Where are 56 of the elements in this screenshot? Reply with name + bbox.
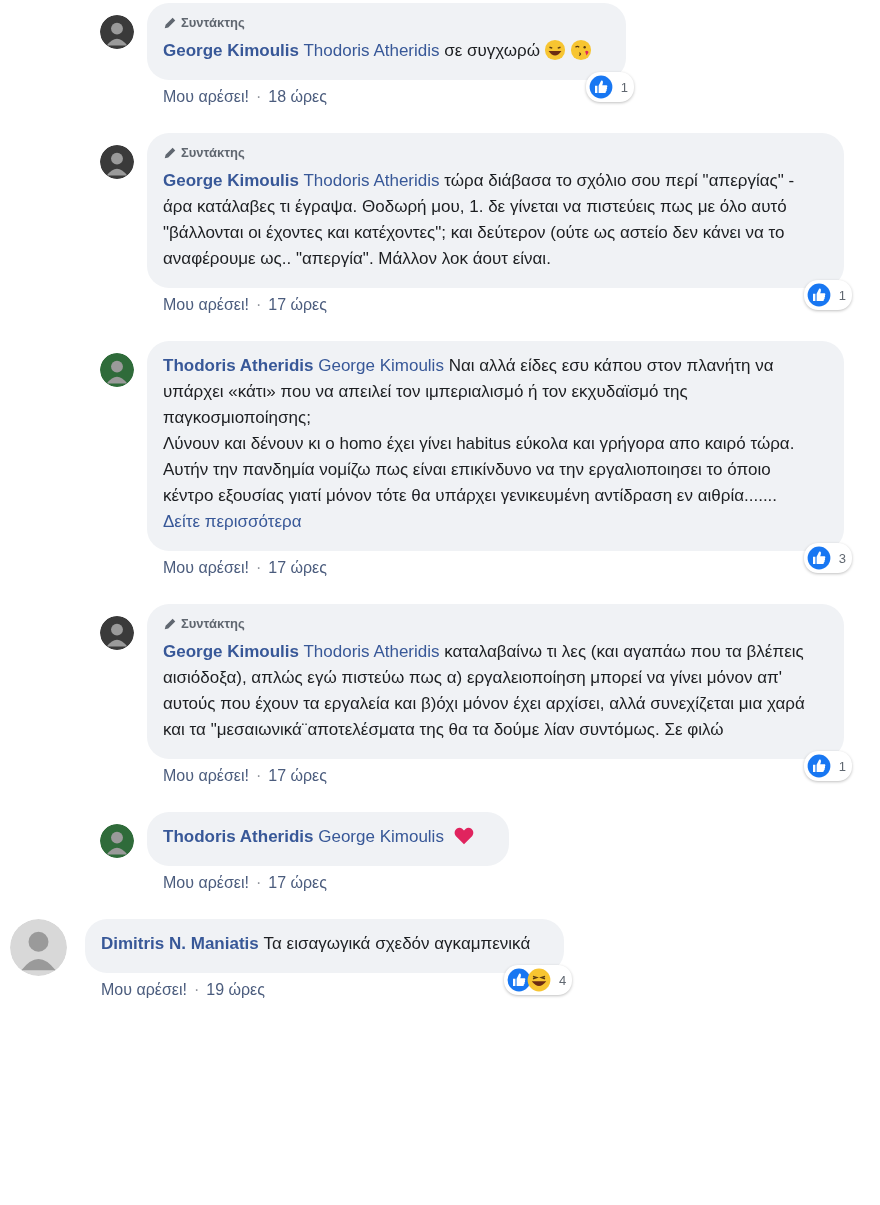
comment-text: Thodoris Atheridis George Kimoulis Ναι αλλά είδες εσυ κάπου στον πλανήτη να υπάρχει «κάτι» που να απειλεί τον ιμπεριαλισμό ή τον εκχυδαϊσμό της παγκοσμιοποίησης; Λύνουν και δένουν κι ο homo έχει γίνει habitus εύκολα και γρήγορα απο καιρό τώρα. Αυτήν την πανδημία νομίζω πως είναι επικίνδυνο να την εργαλιοποιησει το όποιο κέντρο εξουσίας γιατί μόνον τότε θα υπάρχει γενικευμένη αντίδραση εν αιθρία.......: [163, 355, 796, 507]
author-link[interactable]: Thodoris Atheridis: [163, 356, 314, 375]
reaction-count: 3: [838, 550, 846, 566]
role-label: Συντάκτης: [181, 15, 245, 30]
reaction-summary[interactable]: 1: [585, 72, 635, 102]
avatar[interactable]: [100, 824, 134, 858]
author-link[interactable]: George Kimoulis: [163, 642, 300, 661]
separator-dot: ·: [255, 874, 262, 892]
separator-dot: ·: [193, 981, 200, 999]
author-link[interactable]: Thodoris Atheridis: [163, 827, 314, 846]
separator-dot: ·: [255, 88, 262, 106]
like-link[interactable]: Μου αρέσει!: [163, 296, 249, 314]
author-link[interactable]: Dimitris N. Maniatis: [101, 934, 259, 953]
pen-icon: [163, 616, 177, 631]
reaction-summary[interactable]: 1: [803, 280, 852, 310]
role-label: Συντάκτης: [181, 616, 245, 631]
mention-link[interactable]: Thodoris Atheridis: [303, 171, 440, 190]
author-link[interactable]: George Kimoulis: [163, 171, 300, 190]
reaction-summary[interactable]: 4: [504, 965, 573, 995]
separator-dot: ·: [255, 767, 262, 785]
mention-link[interactable]: Thodoris Atheridis: [303, 642, 440, 661]
mention-link[interactable]: George Kimoulis: [318, 356, 444, 375]
like-link[interactable]: Μου αρέσει!: [163, 767, 249, 785]
pen-icon: [163, 145, 177, 160]
see-more-link[interactable]: Δείτε περισσότερα: [163, 509, 810, 535]
reaction-summary[interactable]: 3: [803, 543, 852, 573]
avatar[interactable]: [100, 616, 134, 650]
reaction-count: 1: [838, 758, 846, 774]
comment-text: George Kimoulis Thodoris Atheridis σε συγχωρώ: [163, 38, 593, 64]
separator-dot: ·: [255, 559, 262, 577]
author-link[interactable]: George Kimoulis: [163, 41, 300, 60]
pen-icon: [163, 15, 177, 30]
comment-time[interactable]: 19 ώρες: [206, 981, 265, 999]
reaction-count: 4: [559, 972, 567, 988]
like-link[interactable]: Μου αρέσει!: [163, 874, 249, 892]
comment-time[interactable]: 17 ώρες: [268, 767, 327, 785]
role-label: Συντάκτης: [181, 145, 245, 160]
comment-time[interactable]: 17 ώρες: [268, 559, 327, 577]
comment-time[interactable]: 18 ώρες: [268, 88, 327, 106]
comment-text: Dimitris N. Maniatis Τα εισαγωγικά σχεδόν αγκαμπενικά: [101, 933, 531, 955]
comment-text: George Kimoulis Thodoris Atheridis καταλαβαίνω τι λες (και αγαπάω που τα βλέπεις αισιόδοξα), απλώς εγώ πιστεύω πως α) εργαλειοποίηση μπορεί να γίνει μόνον απ' αυτούς που έχουν τα εργαλεία και β)όχι μόνον έχει αρχίσει, αλλά συνεχίζεται μια χαρά και τα "μεσαιωνικά¨αποτελέσματα της θα τα δούμε λίαν συντόμως. Σε φιλώ: [163, 641, 806, 741]
comment-text: George Kimoulis Thodoris Atheridis τώρα διάβασα το σχόλιο σου περί "απεργίας" - άρα κατάλαβες τι έγραψα. Θοδωρή μου, 1. δε γίνεται να πιστεύεις πως με όλο αυτό "βάλλονται οι έχοντες και κατέχοντες"; και δεύτερον (ούτε ως αστείο δεν κάνει να το αναφέρουμε ως.. "απεργία". Μάλλον λοκ άουτ είναι.: [163, 170, 796, 270]
like-link[interactable]: Μου αρέσει!: [163, 88, 249, 106]
avatar[interactable]: [100, 15, 134, 49]
like-link[interactable]: Μου αρέσει!: [101, 981, 187, 999]
mention-link[interactable]: Thodoris Atheridis: [303, 41, 440, 60]
reaction-count: 1: [838, 287, 846, 303]
mention-link[interactable]: George Kimoulis: [318, 827, 444, 846]
reaction-summary[interactable]: 1: [803, 751, 852, 781]
comment-time[interactable]: 17 ώρες: [268, 874, 327, 892]
avatar[interactable]: [100, 145, 134, 179]
reaction-count: 1: [620, 79, 629, 95]
separator-dot: ·: [255, 296, 262, 314]
avatar[interactable]: [100, 353, 134, 387]
like-link[interactable]: Μου αρέσει!: [163, 559, 249, 577]
comment-time[interactable]: 17 ώρες: [268, 296, 327, 314]
